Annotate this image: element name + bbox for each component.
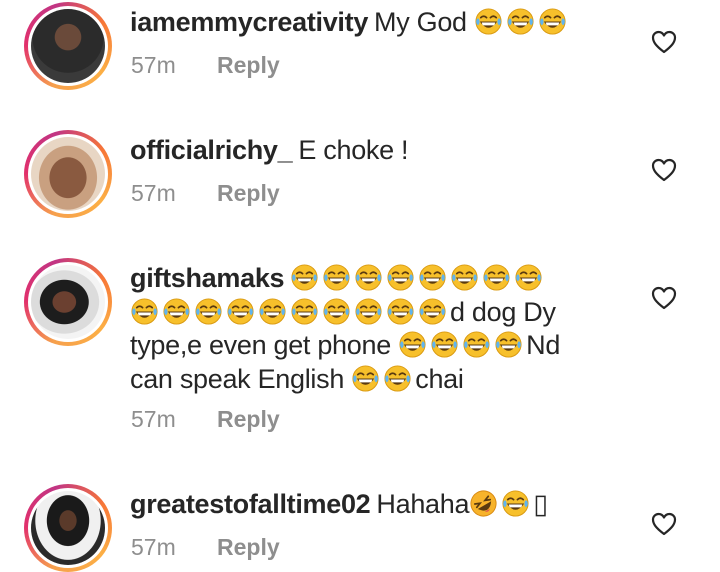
- comment-timestamp: 57m: [131, 534, 176, 560]
- comment-timestamp: 57m: [131, 406, 176, 432]
- avatar[interactable]: [24, 130, 112, 218]
- face-with-tears-of-joy-icon: [354, 263, 383, 292]
- face-with-tears-of-joy-icon: [130, 297, 159, 326]
- reply-button[interactable]: Reply: [217, 52, 280, 78]
- face-with-tears-of-joy-icon: [162, 297, 191, 326]
- face-with-tears-of-joy-icon: [514, 263, 543, 292]
- face-with-tears-of-joy-icon: [290, 263, 319, 292]
- comment-username[interactable]: greatestofalltime02: [130, 489, 371, 519]
- face-with-tears-of-joy-icon: [450, 263, 479, 292]
- reply-button[interactable]: Reply: [217, 534, 280, 560]
- face-with-tears-of-joy-icon: [506, 7, 535, 36]
- face-with-tears-of-joy-icon: [194, 297, 223, 326]
- face-with-tears-of-joy-icon: [258, 297, 287, 326]
- rolling-on-floor-laughing-icon: [469, 489, 498, 518]
- heart-outline-icon[interactable]: [651, 158, 677, 182]
- face-with-tears-of-joy-icon: [290, 297, 319, 326]
- face-with-tears-of-joy-icon: [418, 263, 447, 292]
- reply-button[interactable]: Reply: [217, 406, 280, 432]
- face-with-tears-of-joy-icon: [482, 263, 511, 292]
- comment-text: type,e even get phone: [130, 330, 399, 360]
- comment-text: Nd: [526, 330, 561, 360]
- laughing-emoji-icon: [474, 7, 570, 37]
- comment-username[interactable]: iamemmycreativity: [130, 7, 368, 37]
- comment-text: E choke !: [298, 135, 409, 165]
- face-with-tears-of-joy-icon: [322, 297, 351, 326]
- face-with-tears-of-joy-icon: [383, 364, 412, 393]
- laughing-emoji-icon: [501, 489, 533, 519]
- comment-text: can speak English: [130, 363, 352, 394]
- comment-text: d dog Dy: [450, 296, 556, 327]
- profile-photo-icon: [31, 137, 105, 211]
- comment-text: My God: [374, 7, 467, 37]
- heart-outline-icon[interactable]: [651, 30, 677, 54]
- face-with-tears-of-joy-icon: [226, 297, 255, 326]
- heart-outline-icon[interactable]: [651, 286, 677, 310]
- face-with-tears-of-joy-icon: [474, 7, 503, 36]
- missing-glyph: ▯: [533, 489, 548, 519]
- face-with-tears-of-joy-icon: [398, 330, 427, 359]
- profile-photo-icon: [31, 491, 105, 565]
- comment-username[interactable]: officialrichy_: [130, 135, 293, 165]
- face-with-tears-of-joy-icon: [386, 263, 415, 292]
- laughing-emoji-icon: [290, 263, 546, 293]
- face-with-tears-of-joy-icon: [538, 7, 567, 36]
- laughing-emoji-icon: [398, 330, 526, 360]
- profile-photo-icon: [31, 9, 105, 83]
- laughing-emoji-icon: [351, 364, 415, 394]
- comment-username[interactable]: giftshamaks: [130, 263, 285, 293]
- face-with-tears-of-joy-icon: [494, 330, 523, 359]
- avatar[interactable]: [24, 258, 112, 346]
- avatar[interactable]: [24, 2, 112, 90]
- face-with-tears-of-joy-icon: [351, 364, 380, 393]
- face-with-tears-of-joy-icon: [418, 297, 447, 326]
- face-with-tears-of-joy-icon: [462, 330, 491, 359]
- face-with-tears-of-joy-icon: [386, 297, 415, 326]
- comment-text: Hahaha: [376, 489, 470, 519]
- face-with-tears-of-joy-icon: [430, 330, 459, 359]
- comment-timestamp: 57m: [131, 180, 176, 206]
- face-with-tears-of-joy-icon: [354, 297, 383, 326]
- heart-outline-icon[interactable]: [651, 512, 677, 536]
- avatar[interactable]: [24, 484, 112, 572]
- face-with-tears-of-joy-icon: [501, 489, 530, 518]
- laughing-emoji-icon: [130, 297, 450, 327]
- comment-timestamp: 57m: [131, 52, 176, 78]
- profile-photo-icon: [31, 265, 105, 339]
- reply-button[interactable]: Reply: [217, 180, 280, 206]
- comment-text: chai: [415, 363, 464, 394]
- face-with-tears-of-joy-icon: [322, 263, 351, 292]
